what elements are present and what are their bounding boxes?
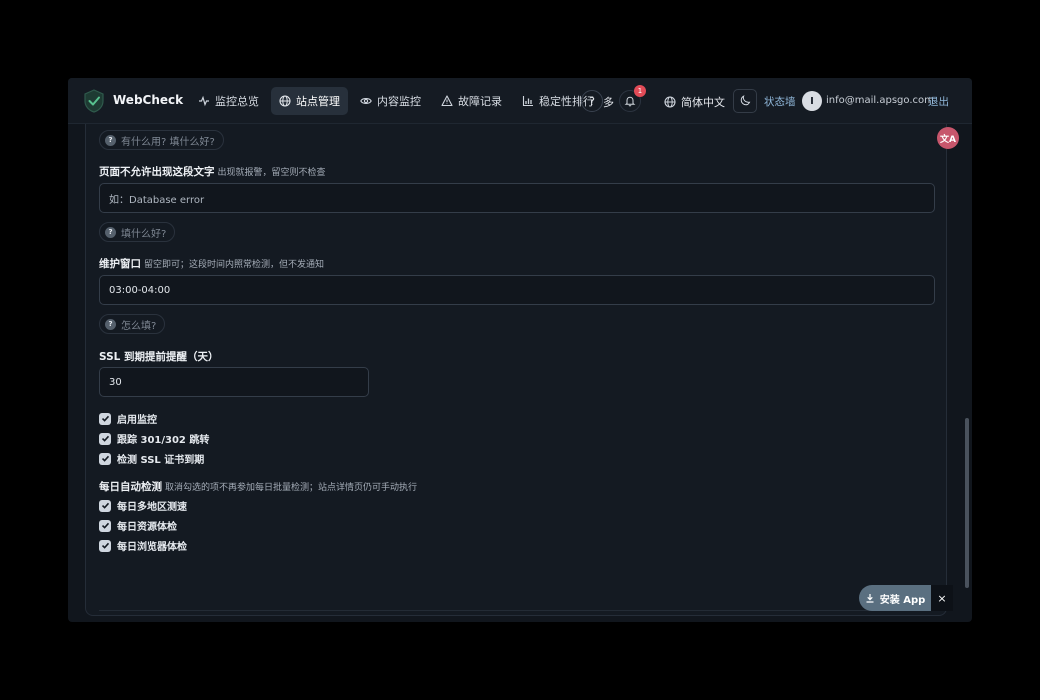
logout-link[interactable]: 退出 xyxy=(928,94,949,109)
nav-site-management[interactable]: 站点管理 xyxy=(271,87,348,115)
question-icon: ? xyxy=(105,134,116,146)
nav-label: 故障记录 xyxy=(458,95,502,108)
checkbox-daily-browser[interactable]: 每日浏览器体检 xyxy=(99,538,187,553)
eye-icon xyxy=(360,98,372,104)
bar-chart-icon xyxy=(522,96,533,107)
checkbox-label: 每日多地区测速 xyxy=(117,502,187,513)
checkbox-ssl-expiry[interactable]: 检测 SSL 证书到期 xyxy=(99,451,204,466)
page-scrollbar[interactable] xyxy=(965,418,969,588)
globe-icon xyxy=(279,95,291,107)
shield-check-logo-icon xyxy=(84,89,104,113)
close-icon[interactable]: × xyxy=(931,585,953,611)
install-app-button[interactable]: 安装 App xyxy=(859,585,931,611)
input-placeholder: 如：Database error xyxy=(109,194,205,206)
checkbox-label: 每日资源体检 xyxy=(117,522,177,533)
help-hint-maintenance[interactable]: ? 怎么填? xyxy=(99,314,166,334)
ssl-days-label: SSL 到期提前提醒（天） xyxy=(99,349,219,364)
nav-label: 内容监控 xyxy=(377,95,421,108)
checkbox-checked-icon[interactable] xyxy=(99,432,111,445)
forbidden-text-input[interactable]: 如：Database error xyxy=(99,183,935,213)
checkbox-daily-speedtest[interactable]: 每日多地区测速 xyxy=(99,498,187,513)
field-description: 出现就报警，留空则不检查 xyxy=(217,168,326,178)
checkbox-enable-monitor[interactable]: 启用监控 xyxy=(99,411,157,426)
nav-content-monitor[interactable]: 内容监控 xyxy=(352,87,429,115)
hint-label: 有什么用? 填什么好? xyxy=(121,136,215,148)
more-menu-label[interactable]: 多 xyxy=(603,94,614,110)
question-icon: ? xyxy=(589,94,595,108)
translate-icon[interactable]: 文A xyxy=(937,127,959,149)
nav-label: 站点管理 xyxy=(296,95,340,108)
field-description: 取消勾选的项不再参加每日批量检测；站点详情页仍可手动执行 xyxy=(165,483,418,493)
field-label: 页面不允许出现这段文字 xyxy=(99,166,215,178)
field-label: 每日自动检测 xyxy=(99,481,162,493)
checkbox-checked-icon[interactable] xyxy=(99,499,111,512)
app-window: WebCheck 监控总览 站点管理 内容监控 故障记录 稳定性排行 ? 多 1… xyxy=(68,78,972,622)
user-email: info@mail.apsgo.com xyxy=(826,95,934,106)
field-label: 维护窗口 xyxy=(99,258,141,270)
download-icon xyxy=(866,594,874,603)
help-hint-usage[interactable]: ? 有什么用? 填什么好? xyxy=(99,130,224,150)
status-wall-link[interactable]: 状态墙 xyxy=(764,94,796,109)
pulse-icon xyxy=(199,95,209,107)
input-value: 30 xyxy=(109,376,122,388)
help-button[interactable]: ? xyxy=(581,90,603,112)
forbidden-text-label: 页面不允许出现这段文字 出现就报警，留空则不检查 xyxy=(99,164,326,179)
checkbox-follow-redirect[interactable]: 跟踪 301/302 跳转 xyxy=(99,431,209,446)
checkbox-checked-icon[interactable] xyxy=(99,412,111,425)
checkbox-checked-icon[interactable] xyxy=(99,539,111,552)
language-label: 简体中文 xyxy=(681,96,725,109)
warning-icon xyxy=(441,95,453,107)
field-label: SSL 到期提前提醒（天） xyxy=(99,351,219,363)
language-switcher[interactable]: 简体中文 xyxy=(664,94,725,110)
maintenance-window-input[interactable]: 03:00-04:00 xyxy=(99,275,935,305)
install-label: 安装 App xyxy=(879,594,926,606)
maintenance-window-label: 维护窗口 留空即可；这段时间内照常检测，但不发通知 xyxy=(99,256,324,271)
checkbox-daily-resource[interactable]: 每日资源体检 xyxy=(99,518,177,533)
field-description: 留空即可；这段时间内照常检测，但不发通知 xyxy=(144,260,325,270)
ssl-days-input[interactable]: 30 xyxy=(99,367,369,397)
checkbox-label: 每日浏览器体检 xyxy=(117,542,187,553)
theme-toggle-button[interactable] xyxy=(733,89,757,113)
daily-check-label: 每日自动检测 取消勾选的项不再参加每日批量检测；站点详情页仍可手动执行 xyxy=(99,479,417,494)
checkbox-checked-icon[interactable] xyxy=(99,452,111,465)
form-divider xyxy=(99,610,935,611)
checkbox-label: 检测 SSL 证书到期 xyxy=(117,455,205,466)
bell-icon xyxy=(624,96,636,107)
nav-label: 监控总览 xyxy=(215,95,259,108)
checkbox-label: 启用监控 xyxy=(117,415,157,426)
checkbox-label: 跟踪 301/302 跳转 xyxy=(117,435,210,446)
nav-incident-log[interactable]: 故障记录 xyxy=(433,87,510,115)
question-icon: ? xyxy=(105,318,116,330)
moon-icon xyxy=(740,95,751,106)
question-icon: ? xyxy=(105,226,116,238)
main-nav: 监控总览 站点管理 内容监控 故障记录 稳定性排行 xyxy=(190,87,602,115)
input-value: 03:00-04:00 xyxy=(109,284,171,296)
help-hint-forbidden[interactable]: ? 填什么好? xyxy=(99,222,176,242)
notification-count-badge: 1 xyxy=(634,85,646,97)
avatar[interactable]: I xyxy=(802,91,822,111)
hint-label: 怎么填? xyxy=(121,320,157,332)
globe-icon xyxy=(664,96,676,108)
hint-label: 填什么好? xyxy=(121,228,167,240)
brand-name[interactable]: WebCheck xyxy=(113,93,183,107)
site-edit-form: ? 有什么用? 填什么好? 页面不允许出现这段文字 出现就报警，留空则不检查 如：… xyxy=(85,124,947,616)
nav-monitor-overview[interactable]: 监控总览 xyxy=(190,87,267,115)
checkbox-checked-icon[interactable] xyxy=(99,519,111,532)
top-navigation-bar: WebCheck 监控总览 站点管理 内容监控 故障记录 稳定性排行 ? 多 1… xyxy=(68,78,972,124)
